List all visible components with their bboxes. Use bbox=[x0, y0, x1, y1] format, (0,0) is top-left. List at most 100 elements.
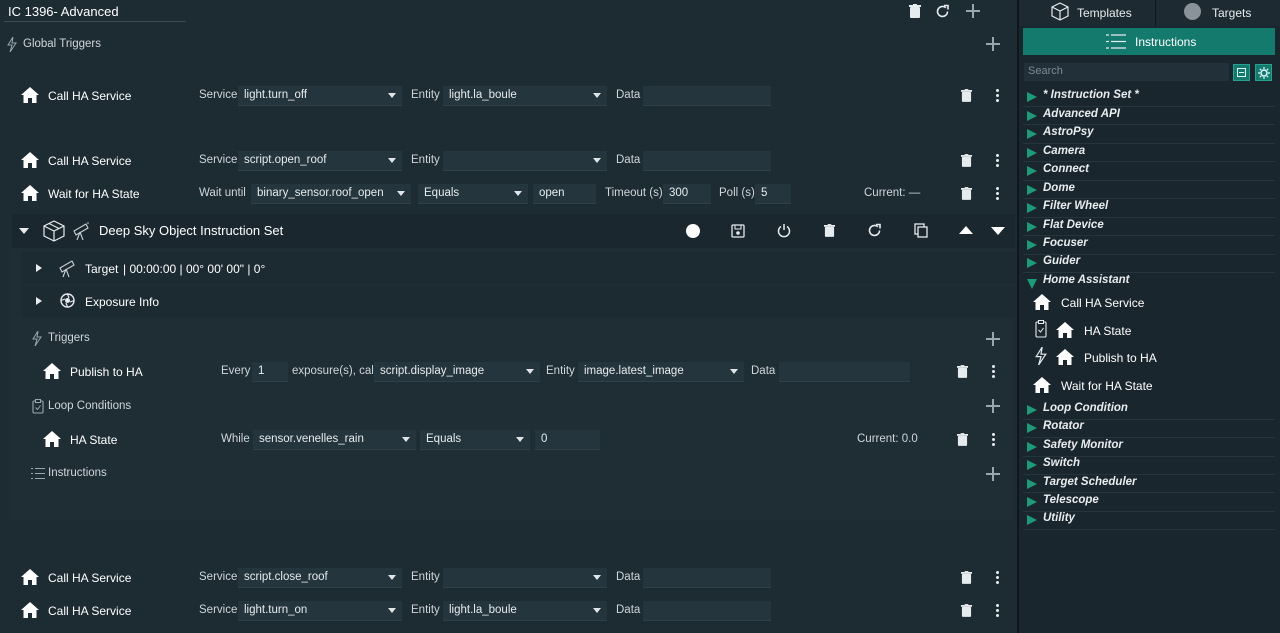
add-loop-condition-icon[interactable] bbox=[986, 399, 1000, 413]
tab-targets[interactable]: Targets bbox=[1156, 0, 1280, 26]
chevron-down-icon bbox=[593, 575, 601, 580]
cube-icon bbox=[1051, 2, 1069, 21]
trash-icon[interactable] bbox=[957, 365, 968, 378]
divider bbox=[1023, 437, 1275, 438]
lightning-icon bbox=[32, 331, 42, 346]
expand-arrow-icon bbox=[1027, 405, 1037, 415]
service-select[interactable]: script.close_roof bbox=[238, 568, 402, 588]
chevron-down-icon bbox=[388, 608, 396, 613]
more-menu-icon[interactable] bbox=[996, 604, 1000, 619]
data-field[interactable] bbox=[779, 362, 910, 382]
data-label: Data bbox=[616, 154, 641, 166]
category-label: Flat Device bbox=[1043, 219, 1104, 231]
add-instruction-icon[interactable] bbox=[986, 467, 1000, 481]
wait-until-label: Wait until bbox=[199, 187, 246, 199]
add-icon[interactable] bbox=[966, 4, 980, 18]
entity-select[interactable]: image.latest_image bbox=[578, 362, 744, 382]
data-field[interactable] bbox=[643, 86, 771, 106]
entity-select[interactable] bbox=[443, 568, 607, 588]
expand-arrow-icon bbox=[1027, 515, 1037, 525]
row-name: Call HA Service bbox=[48, 571, 132, 585]
search-input[interactable]: Search bbox=[1024, 63, 1229, 81]
operator-select[interactable]: Equals bbox=[420, 430, 530, 450]
trash-icon[interactable] bbox=[961, 187, 972, 200]
poll-field[interactable]: 5 bbox=[755, 184, 791, 204]
reset-icon[interactable] bbox=[935, 4, 950, 19]
more-menu-icon[interactable] bbox=[992, 433, 996, 448]
reset-icon[interactable] bbox=[867, 223, 882, 238]
more-menu-icon[interactable] bbox=[996, 89, 1000, 104]
trash-icon[interactable] bbox=[957, 433, 968, 446]
home-icon bbox=[21, 87, 39, 103]
divider bbox=[1023, 106, 1275, 107]
operator-select[interactable]: Equals bbox=[418, 184, 528, 204]
call-select[interactable]: script.display_image bbox=[374, 362, 540, 382]
loop-conditions-label: Loop Conditions bbox=[48, 400, 132, 412]
while-value: sensor.venelles_rain bbox=[259, 433, 364, 445]
trash-icon[interactable] bbox=[961, 89, 972, 102]
entity-select[interactable]: light.la_boule bbox=[443, 86, 607, 106]
value-field[interactable]: 0 bbox=[535, 430, 600, 450]
service-select[interactable]: light.turn_off bbox=[238, 86, 402, 106]
row-name: Call HA Service bbox=[48, 154, 132, 168]
more-menu-icon[interactable] bbox=[996, 187, 1000, 202]
data-field[interactable] bbox=[643, 568, 771, 588]
state-field[interactable]: open bbox=[533, 184, 596, 204]
category-label: Filter Wheel bbox=[1043, 200, 1109, 212]
save-icon[interactable] bbox=[731, 224, 745, 238]
divider bbox=[1023, 217, 1275, 218]
collapse-all-button[interactable] bbox=[1233, 64, 1250, 81]
service-select[interactable]: light.turn_on bbox=[238, 601, 402, 621]
poll-label: Poll (s) bbox=[719, 187, 755, 199]
instructions-label: Instructions bbox=[48, 467, 107, 479]
entity-value: light.la_boule bbox=[449, 604, 517, 616]
divider bbox=[1023, 161, 1275, 162]
instruction-label: Call HA Service bbox=[1061, 296, 1145, 310]
expand-target-icon[interactable] bbox=[36, 264, 42, 272]
power-icon[interactable] bbox=[777, 223, 791, 238]
settings-button[interactable] bbox=[1255, 64, 1272, 81]
expand-arrow-icon bbox=[1027, 442, 1037, 452]
tab-instructions[interactable]: Instructions bbox=[1023, 28, 1275, 55]
call-value: script.display_image bbox=[380, 365, 485, 377]
expand-exposure-icon[interactable] bbox=[36, 297, 42, 305]
sequence-title[interactable]: IC 1396- Advanced bbox=[8, 4, 119, 19]
add-trigger-icon[interactable] bbox=[986, 332, 1000, 346]
record-icon[interactable] bbox=[686, 224, 700, 238]
copy-icon[interactable] bbox=[914, 223, 928, 238]
wait-until-select[interactable]: binary_sensor.roof_open bbox=[251, 184, 411, 204]
collapse-toggle-icon[interactable] bbox=[19, 228, 29, 234]
entity-label: Entity bbox=[411, 89, 440, 101]
service-select[interactable]: script.open_roof bbox=[238, 151, 402, 171]
chevron-down-icon bbox=[514, 191, 522, 196]
home-icon bbox=[43, 363, 61, 379]
move-down-icon[interactable] bbox=[991, 227, 1005, 235]
divider bbox=[1023, 474, 1275, 475]
every-field[interactable]: 1 bbox=[252, 362, 288, 382]
tab-templates[interactable]: Templates bbox=[1019, 0, 1154, 26]
data-field[interactable] bbox=[643, 151, 771, 171]
timeout-field[interactable]: 300 bbox=[663, 184, 711, 204]
trash-icon[interactable] bbox=[961, 571, 972, 584]
category-label: Home Assistant bbox=[1043, 274, 1130, 286]
trash-icon[interactable] bbox=[961, 154, 972, 167]
while-select[interactable]: sensor.venelles_rain bbox=[253, 430, 416, 450]
trash-icon[interactable] bbox=[961, 604, 972, 617]
category-label: Telescope bbox=[1043, 494, 1099, 506]
entity-select[interactable]: light.la_boule bbox=[443, 601, 607, 621]
more-menu-icon[interactable] bbox=[996, 154, 1000, 169]
add-global-trigger-icon[interactable] bbox=[986, 37, 1000, 51]
entity-select[interactable] bbox=[443, 151, 607, 171]
collapse-arrow-icon bbox=[1027, 279, 1037, 289]
trash-icon[interactable] bbox=[909, 4, 921, 18]
data-field[interactable] bbox=[643, 601, 771, 621]
more-menu-icon[interactable] bbox=[996, 571, 1000, 586]
chevron-down-icon bbox=[593, 608, 601, 613]
divider bbox=[1023, 272, 1275, 273]
move-up-icon[interactable] bbox=[959, 226, 973, 234]
triggers-label: Triggers bbox=[48, 332, 90, 344]
expand-arrow-icon bbox=[1027, 240, 1037, 250]
more-menu-icon[interactable] bbox=[992, 365, 996, 380]
trash-icon[interactable] bbox=[824, 224, 835, 237]
category-label: Utility bbox=[1043, 512, 1075, 524]
